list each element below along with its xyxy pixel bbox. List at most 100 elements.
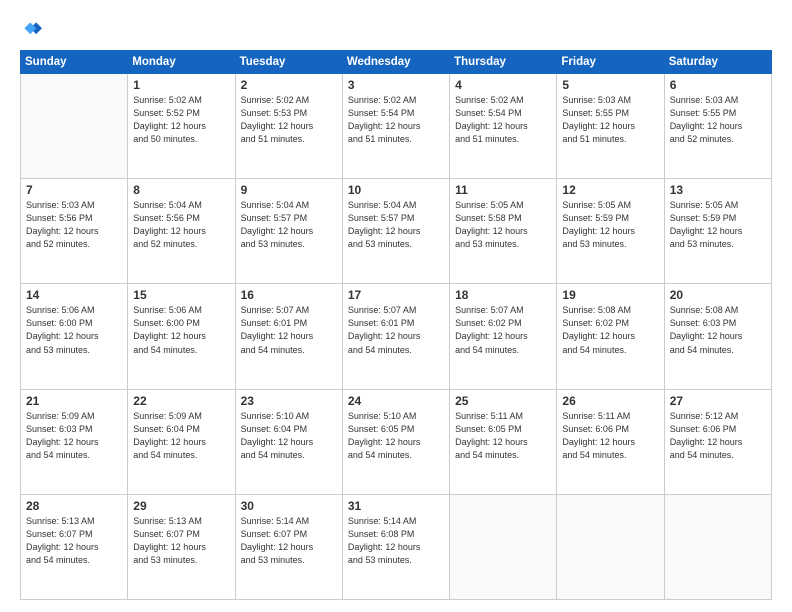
calendar-cell: 28Sunrise: 5:13 AM Sunset: 6:07 PM Dayli… <box>21 494 128 599</box>
calendar-cell <box>664 494 771 599</box>
day-number: 21 <box>26 394 122 408</box>
calendar-week-row: 14 Sunrise: 5:06 AM Sunset: 6:00 PM Dayli… <box>21 284 772 389</box>
calendar-week-row: 21 Sunrise: 5:09 AM Sunset: 6:03 PM Dayli… <box>21 389 772 494</box>
day-number: 13 <box>670 183 766 197</box>
calendar-cell: 16 Sunrise: 5:07 AM Sunset: 6:01 PM Dayli… <box>235 284 342 389</box>
day-number: 3 <box>348 78 444 92</box>
day-info: Sunrise: 5:10 AM Sunset: 6:05 PM Dayligh… <box>348 410 444 462</box>
day-info: Sunrise: 5:09 AM Sunset: 6:04 PM Dayligh… <box>133 410 229 462</box>
day-number: 11 <box>455 183 551 197</box>
day-number: 23 <box>241 394 337 408</box>
day-info: Sunrise: 5:05 AM Sunset: 5:59 PM Dayligh… <box>670 199 766 251</box>
day-number: 30 <box>241 499 337 513</box>
day-info: Sunrise: 5:12 AM Sunset: 6:06 PM Dayligh… <box>670 410 766 462</box>
calendar-cell: 2 Sunrise: 5:02 AM Sunset: 5:53 PM Daylig… <box>235 74 342 179</box>
calendar-cell: 30 Sunrise: 5:14 AM Sunset: 6:07 PM Dayli… <box>235 494 342 599</box>
calendar-cell: 25Sunrise: 5:11 AM Sunset: 6:05 PM Dayli… <box>450 389 557 494</box>
day-number: 22 <box>133 394 229 408</box>
calendar-cell: 13 Sunrise: 5:05 AM Sunset: 5:59 PM Dayli… <box>664 179 771 284</box>
day-info: Sunrise: 5:14 AM Sunset: 6:08 PM Dayligh… <box>348 515 444 567</box>
calendar-cell: 12 Sunrise: 5:05 AM Sunset: 5:59 PM Dayli… <box>557 179 664 284</box>
day-number: 4 <box>455 78 551 92</box>
day-info: Sunrise: 5:07 AM Sunset: 6:01 PM Dayligh… <box>241 304 337 356</box>
calendar-cell: 18 Sunrise: 5:07 AM Sunset: 6:02 PM Dayli… <box>450 284 557 389</box>
calendar-cell: 7 Sunrise: 5:03 AM Sunset: 5:56 PM Daylig… <box>21 179 128 284</box>
day-number: 31 <box>348 499 444 513</box>
day-number: 15 <box>133 288 229 302</box>
day-info: Sunrise: 5:09 AM Sunset: 6:03 PM Dayligh… <box>26 410 122 462</box>
day-info: Sunrise: 5:03 AM Sunset: 5:55 PM Dayligh… <box>562 94 658 146</box>
day-info: Sunrise: 5:02 AM Sunset: 5:53 PM Dayligh… <box>241 94 337 146</box>
day-number: 27 <box>670 394 766 408</box>
day-info: Sunrise: 5:07 AM Sunset: 6:02 PM Dayligh… <box>455 304 551 356</box>
calendar-cell: 14 Sunrise: 5:06 AM Sunset: 6:00 PM Dayli… <box>21 284 128 389</box>
calendar-cell: 31 Sunrise: 5:14 AM Sunset: 6:08 PM Dayli… <box>342 494 449 599</box>
calendar-cell: 23 Sunrise: 5:10 AM Sunset: 6:04 PM Dayli… <box>235 389 342 494</box>
calendar-header-tuesday: Tuesday <box>235 51 342 74</box>
day-number: 26 <box>562 394 658 408</box>
day-info: Sunrise: 5:06 AM Sunset: 6:00 PM Dayligh… <box>26 304 122 356</box>
day-number: 18 <box>455 288 551 302</box>
day-info: Sunrise: 5:04 AM Sunset: 5:57 PM Dayligh… <box>348 199 444 251</box>
day-number: 17 <box>348 288 444 302</box>
day-number: 24 <box>348 394 444 408</box>
day-info: Sunrise: 5:08 AM Sunset: 6:03 PM Dayligh… <box>670 304 766 356</box>
calendar-week-row: 1Sunrise: 5:02 AM Sunset: 5:52 PM Daylig… <box>21 74 772 179</box>
calendar-header-sunday: Sunday <box>21 51 128 74</box>
calendar-cell: 22 Sunrise: 5:09 AM Sunset: 6:04 PM Dayli… <box>128 389 235 494</box>
calendar-cell <box>450 494 557 599</box>
calendar-header-thursday: Thursday <box>450 51 557 74</box>
day-info: Sunrise: 5:02 AM Sunset: 5:52 PM Dayligh… <box>133 94 229 146</box>
calendar-week-row: 7 Sunrise: 5:03 AM Sunset: 5:56 PM Daylig… <box>21 179 772 284</box>
day-info: Sunrise: 5:03 AM Sunset: 5:55 PM Dayligh… <box>670 94 766 146</box>
day-number: 8 <box>133 183 229 197</box>
day-info: Sunrise: 5:10 AM Sunset: 6:04 PM Dayligh… <box>241 410 337 462</box>
calendar-header-wednesday: Wednesday <box>342 51 449 74</box>
day-info: Sunrise: 5:05 AM Sunset: 5:58 PM Dayligh… <box>455 199 551 251</box>
calendar-cell: 26 Sunrise: 5:11 AM Sunset: 6:06 PM Dayli… <box>557 389 664 494</box>
calendar-cell: 11 Sunrise: 5:05 AM Sunset: 5:58 PM Dayli… <box>450 179 557 284</box>
logo-icon <box>20 18 42 40</box>
calendar-cell: 27 Sunrise: 5:12 AM Sunset: 6:06 PM Dayli… <box>664 389 771 494</box>
calendar-cell: 9Sunrise: 5:04 AM Sunset: 5:57 PM Daylig… <box>235 179 342 284</box>
calendar-cell: 10Sunrise: 5:04 AM Sunset: 5:57 PM Dayli… <box>342 179 449 284</box>
day-number: 12 <box>562 183 658 197</box>
calendar-cell: 24 Sunrise: 5:10 AM Sunset: 6:05 PM Dayli… <box>342 389 449 494</box>
calendar-cell <box>557 494 664 599</box>
calendar-cell: 3 Sunrise: 5:02 AM Sunset: 5:54 PM Daylig… <box>342 74 449 179</box>
calendar-table: SundayMondayTuesdayWednesdayThursdayFrid… <box>20 50 772 600</box>
day-number: 19 <box>562 288 658 302</box>
calendar-header-saturday: Saturday <box>664 51 771 74</box>
day-number: 5 <box>562 78 658 92</box>
day-info: Sunrise: 5:02 AM Sunset: 5:54 PM Dayligh… <box>348 94 444 146</box>
day-info: Sunrise: 5:14 AM Sunset: 6:07 PM Dayligh… <box>241 515 337 567</box>
calendar-header-monday: Monday <box>128 51 235 74</box>
day-number: 20 <box>670 288 766 302</box>
day-info: Sunrise: 5:11 AM Sunset: 6:06 PM Dayligh… <box>562 410 658 462</box>
day-number: 14 <box>26 288 122 302</box>
day-info: Sunrise: 5:08 AM Sunset: 6:02 PM Dayligh… <box>562 304 658 356</box>
header <box>20 18 772 40</box>
calendar-cell: 15Sunrise: 5:06 AM Sunset: 6:00 PM Dayli… <box>128 284 235 389</box>
calendar-cell: 6 Sunrise: 5:03 AM Sunset: 5:55 PM Daylig… <box>664 74 771 179</box>
day-info: Sunrise: 5:04 AM Sunset: 5:56 PM Dayligh… <box>133 199 229 251</box>
day-info: Sunrise: 5:07 AM Sunset: 6:01 PM Dayligh… <box>348 304 444 356</box>
day-info: Sunrise: 5:05 AM Sunset: 5:59 PM Dayligh… <box>562 199 658 251</box>
day-number: 7 <box>26 183 122 197</box>
calendar-cell: 5 Sunrise: 5:03 AM Sunset: 5:55 PM Daylig… <box>557 74 664 179</box>
day-info: Sunrise: 5:03 AM Sunset: 5:56 PM Dayligh… <box>26 199 122 251</box>
day-info: Sunrise: 5:13 AM Sunset: 6:07 PM Dayligh… <box>133 515 229 567</box>
calendar-cell: 1Sunrise: 5:02 AM Sunset: 5:52 PM Daylig… <box>128 74 235 179</box>
day-info: Sunrise: 5:11 AM Sunset: 6:05 PM Dayligh… <box>455 410 551 462</box>
day-number: 16 <box>241 288 337 302</box>
calendar-cell: 8 Sunrise: 5:04 AM Sunset: 5:56 PM Daylig… <box>128 179 235 284</box>
calendar-cell: 20 Sunrise: 5:08 AM Sunset: 6:03 PM Dayli… <box>664 284 771 389</box>
calendar-week-row: 28Sunrise: 5:13 AM Sunset: 6:07 PM Dayli… <box>21 494 772 599</box>
day-number: 6 <box>670 78 766 92</box>
calendar-cell: 21 Sunrise: 5:09 AM Sunset: 6:03 PM Dayli… <box>21 389 128 494</box>
day-number: 2 <box>241 78 337 92</box>
calendar-cell: 17 Sunrise: 5:07 AM Sunset: 6:01 PM Dayli… <box>342 284 449 389</box>
calendar-cell: 19 Sunrise: 5:08 AM Sunset: 6:02 PM Dayli… <box>557 284 664 389</box>
day-info: Sunrise: 5:02 AM Sunset: 5:54 PM Dayligh… <box>455 94 551 146</box>
page: SundayMondayTuesdayWednesdayThursdayFrid… <box>0 0 792 612</box>
